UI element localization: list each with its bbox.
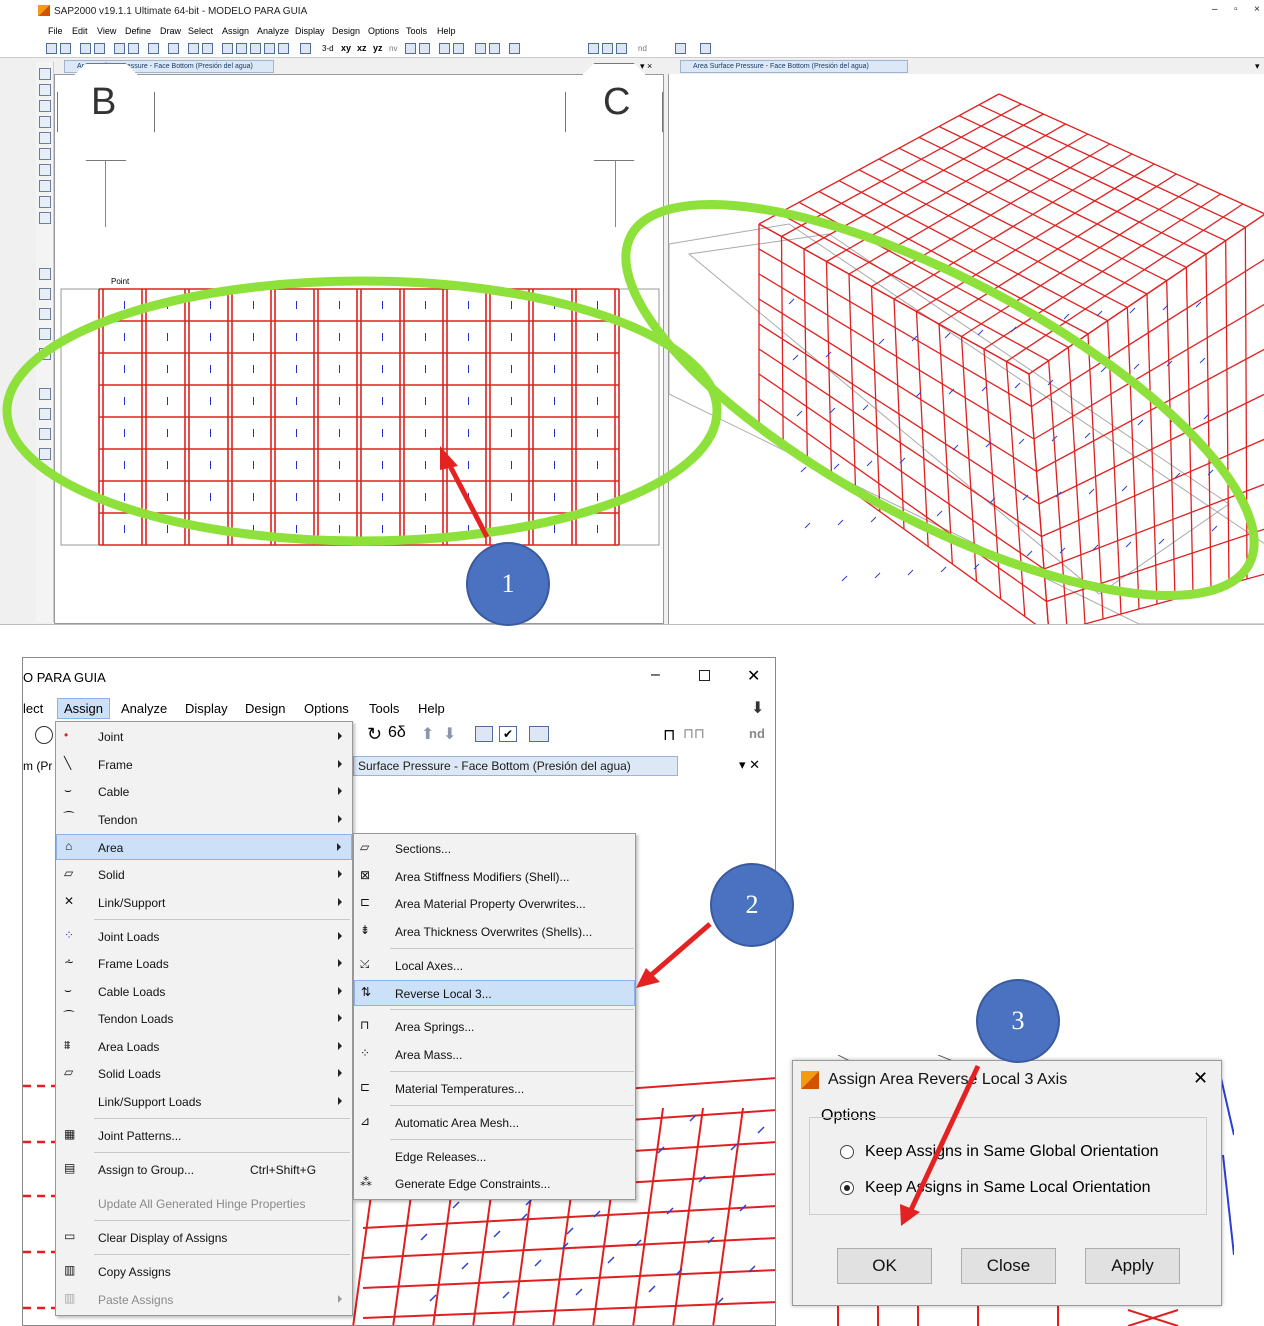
- annotation-layer-top: [2, 199, 1259, 601]
- step-marker-1: 1: [466, 542, 550, 626]
- annotation-layer-bottom: [636, 922, 981, 1226]
- top-screenshot: SAP2000 v19.1.1 Ultimate 64-bit - MODELO…: [0, 0, 1264, 626]
- step-marker-3: 3: [976, 979, 1060, 1063]
- step-marker-2: 2: [710, 863, 794, 947]
